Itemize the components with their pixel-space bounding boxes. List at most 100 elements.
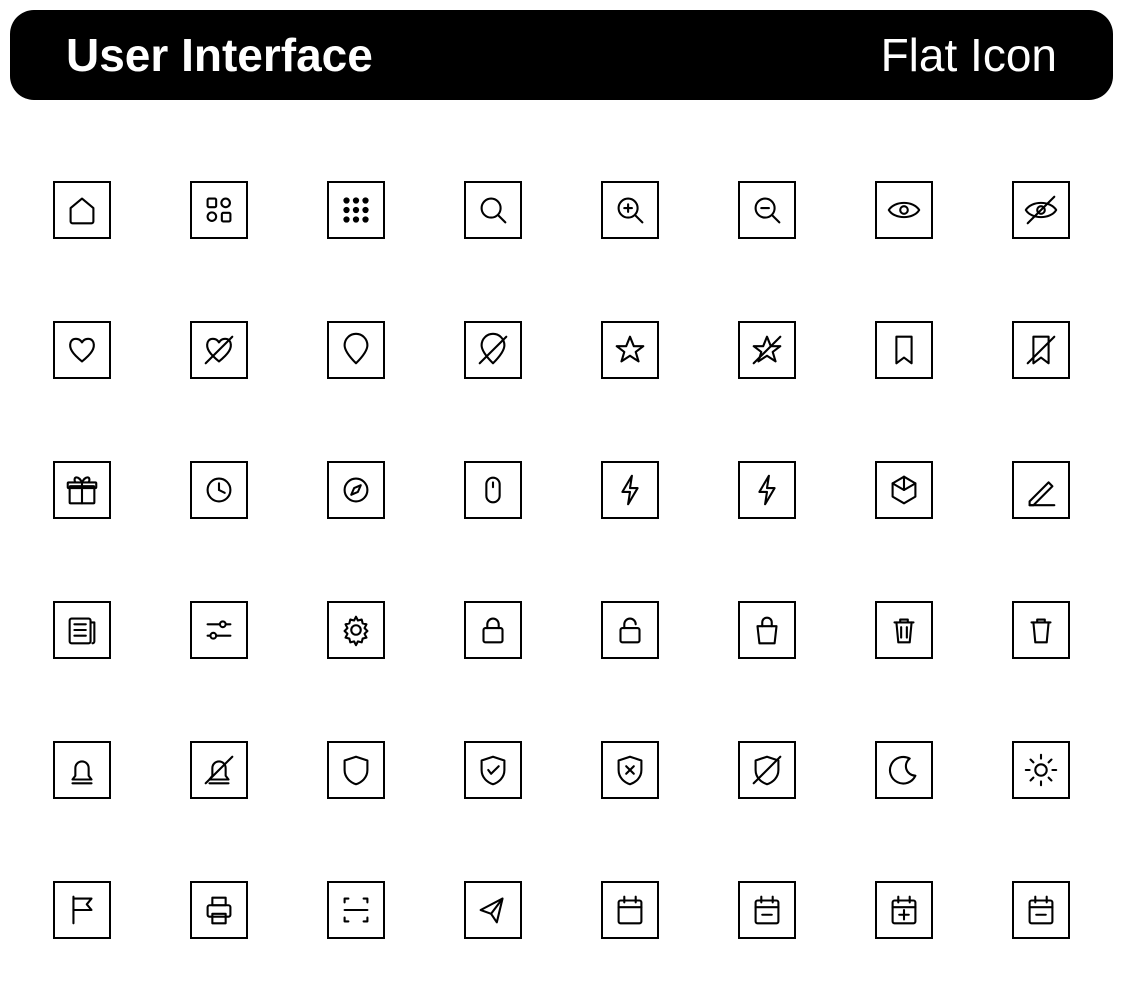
star-off-icon [738, 321, 796, 379]
eye-cell [841, 140, 968, 280]
shield-check-icon [464, 741, 522, 799]
heart-off-cell [155, 280, 282, 420]
shield-cell [292, 700, 419, 840]
bag-cell [704, 560, 831, 700]
apps-icon [190, 181, 248, 239]
printer-cell [155, 840, 282, 980]
heart-off-icon [190, 321, 248, 379]
news-icon [53, 601, 111, 659]
zoom-out-icon [738, 181, 796, 239]
edit-icon [1012, 461, 1070, 519]
pin-cell [292, 280, 419, 420]
zoom-in-cell [567, 140, 694, 280]
lock-cell [429, 560, 556, 700]
eye-off-cell [978, 140, 1105, 280]
gear-icon [327, 601, 385, 659]
gear-cell [292, 560, 419, 700]
flag-cell [18, 840, 145, 980]
home-icon [53, 181, 111, 239]
shield-check-cell [429, 700, 556, 840]
calendar-cell [567, 840, 694, 980]
clock-cell [155, 420, 282, 560]
eye-off-icon [1012, 181, 1070, 239]
flag-icon [53, 881, 111, 939]
pin-off-cell [429, 280, 556, 420]
unlock-icon [601, 601, 659, 659]
home-cell [18, 140, 145, 280]
printer-icon [190, 881, 248, 939]
apps-cell [155, 140, 282, 280]
shield-x-icon [601, 741, 659, 799]
mouse-cell [429, 420, 556, 560]
icon-grid [0, 110, 1123, 980]
shield-x-cell [567, 700, 694, 840]
clock-icon [190, 461, 248, 519]
bookmark-icon [875, 321, 933, 379]
pin-icon [327, 321, 385, 379]
header-title: User Interface [66, 28, 373, 82]
moon-cell [841, 700, 968, 840]
shield-off-icon [738, 741, 796, 799]
zoom-out-cell [704, 140, 831, 280]
star-cell [567, 280, 694, 420]
trash-cell [841, 560, 968, 700]
calendar-minus-cell [704, 840, 831, 980]
header-subtitle: Flat Icon [881, 28, 1057, 82]
bell-off-icon [190, 741, 248, 799]
bookmark-off-icon [1012, 321, 1070, 379]
flash-bolt-icon [738, 461, 796, 519]
heart-cell [18, 280, 145, 420]
moon-icon [875, 741, 933, 799]
bell-off-cell [155, 700, 282, 840]
unlock-cell [567, 560, 694, 700]
trash-alt-icon [1012, 601, 1070, 659]
bookmark-cell [841, 280, 968, 420]
send-cell [429, 840, 556, 980]
lock-icon [464, 601, 522, 659]
calendar-remove-icon [1012, 881, 1070, 939]
sun-icon [1012, 741, 1070, 799]
compass-icon [327, 461, 385, 519]
mouse-icon [464, 461, 522, 519]
bell-icon [53, 741, 111, 799]
bell-cell [18, 700, 145, 840]
shield-icon [327, 741, 385, 799]
grid-dots-cell [292, 140, 419, 280]
news-cell [18, 560, 145, 700]
heart-icon [53, 321, 111, 379]
search-icon [464, 181, 522, 239]
star-icon [601, 321, 659, 379]
scan-icon [327, 881, 385, 939]
calendar-plus-icon [875, 881, 933, 939]
calendar-plus-cell [841, 840, 968, 980]
calendar-minus-icon [738, 881, 796, 939]
gift-icon [53, 461, 111, 519]
gift-cell [18, 420, 145, 560]
header-bar: User Interface Flat Icon [10, 10, 1113, 100]
cube-cell [841, 420, 968, 560]
shield-off-cell [704, 700, 831, 840]
edit-cell [978, 420, 1105, 560]
zoom-in-icon [601, 181, 659, 239]
sliders-cell [155, 560, 282, 700]
scan-cell [292, 840, 419, 980]
grid-dots-icon [327, 181, 385, 239]
eye-icon [875, 181, 933, 239]
sliders-icon [190, 601, 248, 659]
calendar-icon [601, 881, 659, 939]
sun-cell [978, 700, 1105, 840]
search-cell [429, 140, 556, 280]
flash-bolt-cell [704, 420, 831, 560]
flash-icon [601, 461, 659, 519]
send-icon [464, 881, 522, 939]
flash-cell [567, 420, 694, 560]
trash-icon [875, 601, 933, 659]
bag-icon [738, 601, 796, 659]
star-off-cell [704, 280, 831, 420]
trash-alt-cell [978, 560, 1105, 700]
compass-cell [292, 420, 419, 560]
calendar-remove-cell [978, 840, 1105, 980]
cube-icon [875, 461, 933, 519]
pin-off-icon [464, 321, 522, 379]
bookmark-off-cell [978, 280, 1105, 420]
